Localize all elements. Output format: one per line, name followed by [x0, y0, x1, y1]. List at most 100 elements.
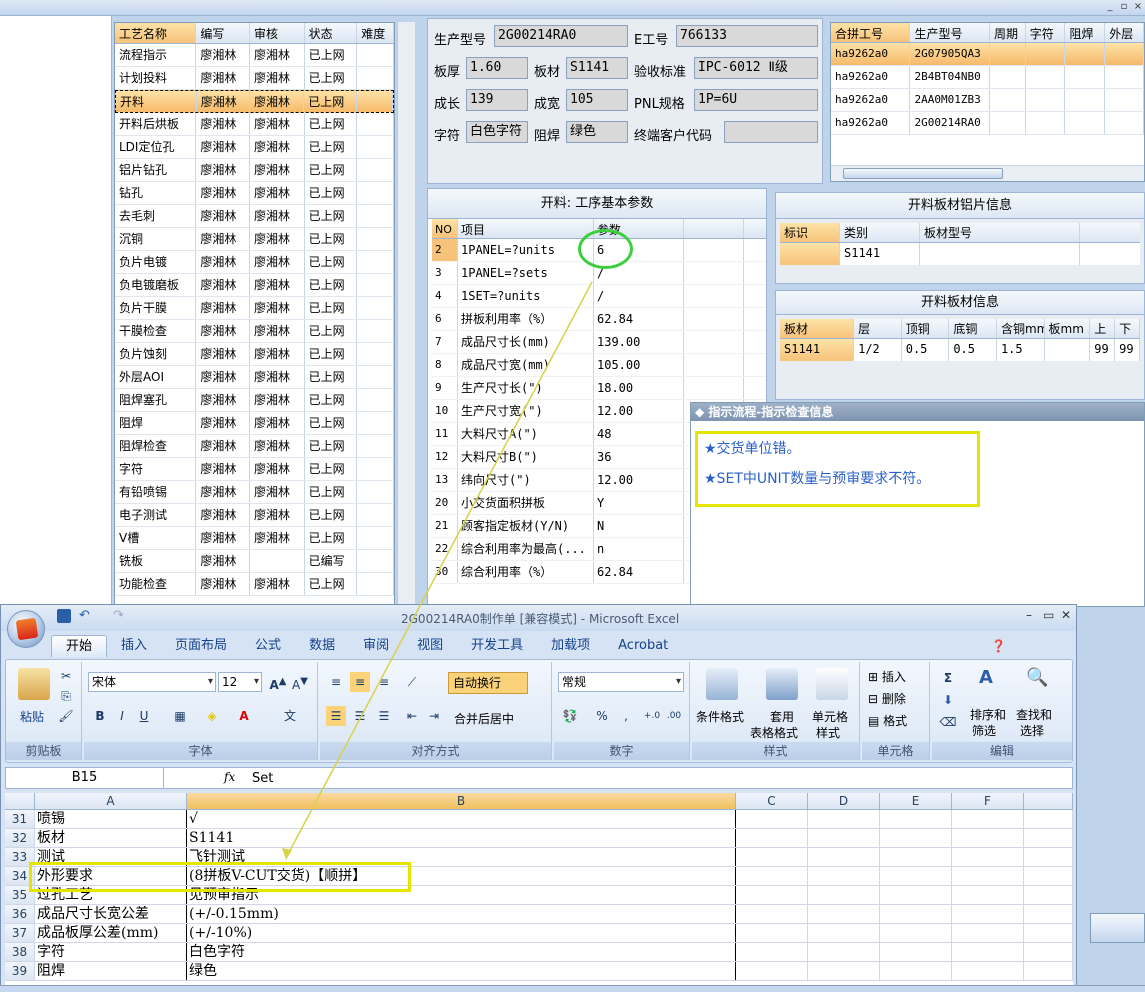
ribbon-tab[interactable]: Acrobat [604, 635, 682, 657]
sheet-cell[interactable] [736, 867, 808, 885]
align-middle-icon[interactable]: ≡ [350, 672, 370, 692]
sheet-cell[interactable] [952, 905, 1024, 923]
e-number-field[interactable]: 766133 [676, 25, 818, 47]
char-field[interactable]: 白色字符 [466, 121, 528, 143]
merge-row[interactable]: ha9262a0 2B4BT04NB0 [831, 66, 1144, 89]
sheet-cell[interactable] [1024, 962, 1073, 980]
wrap-text-button[interactable]: 自动换行 [448, 672, 528, 694]
width-field[interactable]: 105 [566, 89, 628, 111]
ribbon-tab[interactable]: 数据 [295, 635, 349, 657]
col-header-sheet[interactable]: 板材 [780, 319, 855, 338]
autosum-icon[interactable]: Σ [938, 668, 958, 688]
row-header[interactable]: 32 [5, 829, 35, 847]
sheet-cell[interactable] [880, 962, 952, 980]
sheet-cell[interactable] [808, 810, 880, 828]
col-header-char[interactable]: 字符 [1026, 23, 1066, 42]
process-row[interactable]: 有铅喷锡 廖湘林 廖湘林 已上网 [115, 481, 394, 504]
row-header[interactable]: 31 [5, 810, 35, 828]
decrease-indent-icon[interactable]: ⇤ [402, 706, 422, 726]
sheet-cell[interactable] [1024, 905, 1073, 923]
param-row[interactable]: 9 生产尺寸长(") 18.00 [432, 377, 766, 400]
fill-color-icon[interactable]: ◈ [202, 706, 222, 726]
border-icon[interactable]: ▦ [170, 706, 190, 726]
process-row[interactable]: 负片电镀 廖湘林 廖湘林 已上网 [115, 251, 394, 274]
sheet-cell[interactable] [880, 829, 952, 847]
sort-filter-icon[interactable]: A [976, 668, 996, 688]
minimize-icon[interactable]: _ [1103, 1, 1117, 13]
font-size-select[interactable]: 12 [218, 672, 262, 692]
col-header-bottom-cu[interactable]: 底铜 [949, 319, 997, 338]
col-header-author[interactable]: 编写 [196, 23, 250, 43]
find-select-button[interactable]: 选择 [1020, 722, 1044, 739]
excel-titlebar[interactable]: 2G00214RA0制作单 [兼容模式] - Microsoft Excel ↶… [1, 605, 1076, 631]
orientation-icon[interactable]: ⟋ [402, 672, 422, 692]
paste-icon[interactable] [18, 668, 50, 700]
office-button[interactable] [7, 610, 45, 648]
sheet-cell[interactable]: 喷锡 [35, 810, 187, 828]
col-header-outer[interactable]: 外层 [1105, 23, 1144, 42]
row-header[interactable]: 38 [5, 943, 35, 961]
thickness-field[interactable]: 1.60 [466, 57, 528, 79]
process-table-scrollbar[interactable] [397, 22, 415, 607]
select-all-corner[interactable] [5, 793, 35, 809]
sheet-cell[interactable] [1024, 943, 1073, 961]
process-row[interactable]: 流程指示 廖湘林 廖湘林 已上网 [115, 44, 394, 67]
process-row[interactable]: 钻孔 廖湘林 廖湘林 已上网 [115, 182, 394, 205]
process-row[interactable]: 铣板 廖湘林 已编写 [115, 550, 394, 573]
comma-icon[interactable]: , [616, 706, 636, 726]
accounting-format-icon[interactable]: 💱 [560, 706, 580, 726]
increase-indent-icon[interactable]: ⇥ [424, 706, 444, 726]
sheet-cell[interactable] [1024, 829, 1073, 847]
col-header-down[interactable]: 下 [1115, 319, 1140, 338]
col-header-cycle[interactable]: 周期 [990, 23, 1026, 42]
process-row[interactable]: 计划投料 廖湘林 廖湘林 已上网 [115, 67, 394, 90]
decrease-decimal-icon[interactable]: .00 [664, 706, 684, 726]
number-format-select[interactable]: 常规 [558, 672, 684, 692]
param-row[interactable]: 7 成品尺寸长(mm) 139.00 [432, 331, 766, 354]
copy-icon[interactable]: ⎘ [56, 686, 76, 706]
sheet-cell[interactable] [952, 924, 1024, 942]
cell-style-icon[interactable] [816, 668, 848, 700]
process-row[interactable]: 阻焊塞孔 廖湘林 廖湘林 已上网 [115, 389, 394, 412]
redo-icon[interactable]: ↷ [113, 608, 124, 623]
sheet-cell[interactable]: 成品尺寸长宽公差 [35, 905, 187, 923]
sheet-cell[interactable] [736, 962, 808, 980]
sheet-cell[interactable]: S1141 [187, 829, 736, 847]
sheet-cell[interactable] [952, 829, 1024, 847]
ribbon-tab[interactable]: 开发工具 [457, 635, 537, 657]
sheet-cell[interactable] [736, 943, 808, 961]
sheet-cell[interactable] [952, 810, 1024, 828]
col-header-C[interactable]: C [736, 793, 808, 809]
sheet-cell[interactable] [880, 848, 952, 866]
sheet-cell[interactable]: (+/-10%) [187, 924, 736, 942]
help-icon[interactable]: ❓ [991, 639, 1006, 653]
process-row[interactable]: 字符 廖湘林 廖湘林 已上网 [115, 458, 394, 481]
align-right-icon[interactable]: ☰ [374, 706, 394, 726]
format-cells-button[interactable]: ▤ 格式 [868, 712, 907, 729]
col-header-D[interactable]: D [808, 793, 880, 809]
name-box[interactable]: B15 [6, 768, 164, 788]
col-header-board-model[interactable]: 板材型号 [920, 223, 1080, 242]
shrink-font-icon[interactable]: A▼ [290, 672, 310, 692]
col-header-board-mm[interactable]: 板mm [1045, 319, 1091, 338]
align-bottom-icon[interactable]: ≡ [374, 672, 394, 692]
sheet-cell[interactable] [1024, 867, 1073, 885]
process-row[interactable]: 外层AOI 廖湘林 廖湘林 已上网 [115, 366, 394, 389]
ribbon-tab[interactable]: 页面布局 [161, 635, 241, 657]
col-header-item[interactable]: 项目 [458, 219, 594, 238]
restore-icon[interactable]: ▫ [1117, 1, 1131, 13]
merge-center-button[interactable]: 合并后居中 [454, 710, 514, 727]
col-header-mask[interactable]: 阻焊 [1065, 23, 1106, 42]
process-row[interactable]: 铝片钻孔 廖湘林 廖湘林 已上网 [115, 159, 394, 182]
sheet-cell[interactable] [736, 848, 808, 866]
scroll-thumb[interactable] [843, 168, 1003, 179]
cut-icon[interactable]: ✂ [56, 666, 76, 686]
row-header[interactable]: 36 [5, 905, 35, 923]
save-icon[interactable] [57, 609, 71, 623]
formula-input[interactable]: Set [252, 771, 273, 786]
process-row[interactable]: 去毛刺 廖湘林 廖湘林 已上网 [115, 205, 394, 228]
sheet-cell[interactable] [880, 943, 952, 961]
process-row[interactable]: 开料后烘板 廖湘林 廖湘林 已上网 [115, 113, 394, 136]
align-left-icon[interactable]: ☰ [326, 706, 346, 726]
col-header-tag[interactable]: 标识 [780, 223, 840, 242]
